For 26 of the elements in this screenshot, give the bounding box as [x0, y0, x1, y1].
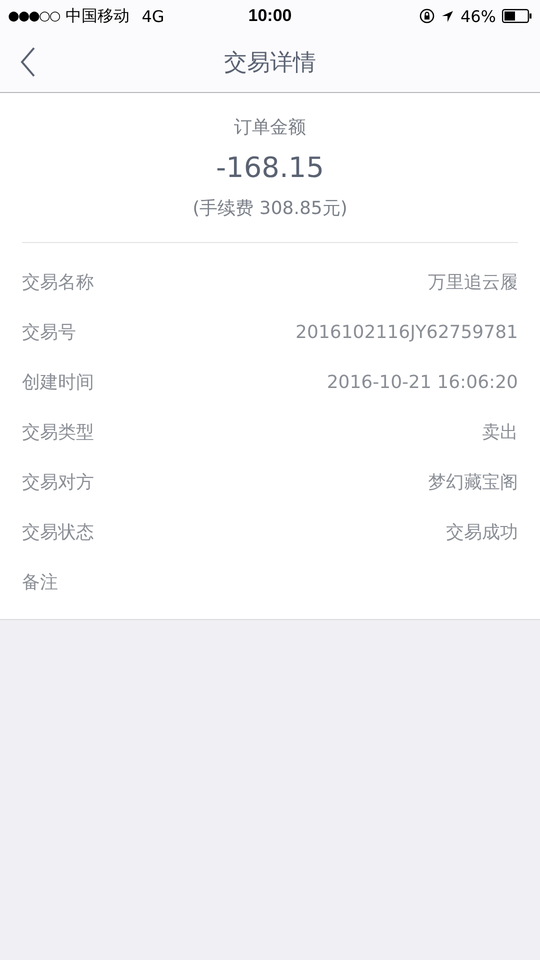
- detail-label: 交易状态: [22, 521, 94, 544]
- order-amount: -168.15: [216, 151, 324, 184]
- status-time: 10:00: [248, 6, 292, 26]
- back-icon[interactable]: [20, 47, 36, 77]
- detail-label: 交易号: [22, 321, 76, 344]
- battery-icon: [502, 9, 532, 23]
- detail-value: 卖出: [482, 421, 518, 444]
- detail-value: 2016102116JY62759781: [296, 322, 518, 342]
- amount-label: 订单金额: [234, 116, 306, 139]
- detail-label: 交易类型: [22, 421, 94, 444]
- signal-strength: ●●●○○: [8, 8, 60, 24]
- rotation-lock-icon: [419, 8, 436, 24]
- detail-value: 2016-10-21 16:06:20: [326, 372, 518, 392]
- page-title: 交易详情: [224, 48, 316, 78]
- detail-label: 交易对方: [22, 471, 94, 494]
- network-type: 4G: [142, 6, 164, 26]
- carrier-name: 中国移动: [66, 6, 130, 26]
- detail-value: 交易成功: [446, 521, 518, 544]
- location-arrow-icon: [441, 10, 454, 22]
- detail-label: 创建时间: [22, 371, 94, 394]
- detail-value: 万里追云履: [428, 271, 518, 294]
- fee-text: (手续费 308.85元): [192, 197, 348, 220]
- battery-percent: 46%: [460, 6, 496, 26]
- detail-label: 备注: [22, 571, 58, 594]
- detail-value: 梦幻藏宝阁: [428, 471, 518, 494]
- detail-label: 交易名称: [22, 271, 94, 294]
